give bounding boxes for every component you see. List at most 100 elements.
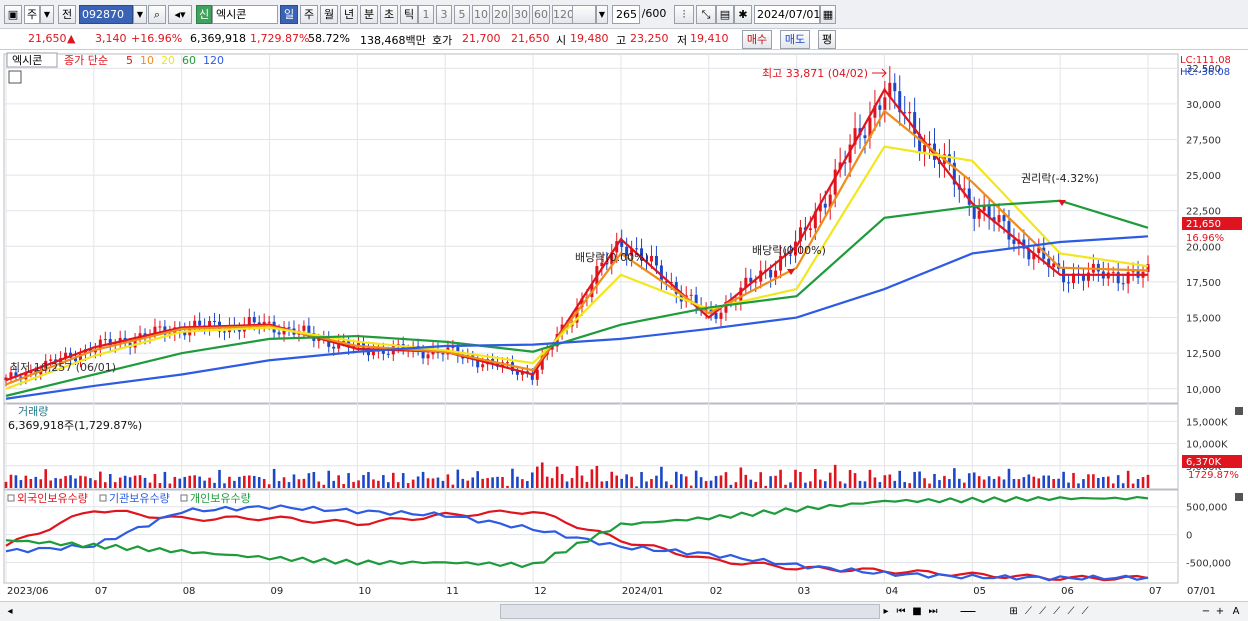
volume-bar bbox=[545, 476, 549, 488]
volume-bar bbox=[734, 482, 738, 488]
minute-button[interactable]: 120 bbox=[552, 5, 574, 24]
chart-area[interactable]: 32,500 30,000 27,500 25,000 22,500 20,000 17,5… bbox=[0, 51, 1248, 601]
type-select[interactable]: 주 bbox=[24, 5, 40, 24]
period-button[interactable]: 년 bbox=[340, 5, 358, 24]
stock-code-input[interactable]: 092870 bbox=[79, 5, 133, 24]
minute-custom-field[interactable] bbox=[572, 5, 596, 24]
price-tick-label: 27,500 bbox=[1186, 135, 1221, 146]
volume-bar bbox=[684, 476, 688, 488]
volume-bar bbox=[94, 480, 97, 488]
period-button[interactable]: 분 bbox=[360, 5, 378, 24]
zoom-in-icon[interactable]: + bbox=[1214, 604, 1226, 619]
volume-bar bbox=[615, 475, 619, 488]
period-button[interactable]: 초 bbox=[380, 5, 398, 24]
period-button[interactable]: 주 bbox=[300, 5, 318, 24]
stock-name-field[interactable]: 엑시콘 bbox=[212, 5, 278, 24]
eval-button[interactable]: 평 bbox=[818, 30, 836, 49]
volume-bar bbox=[799, 471, 802, 488]
volume-bar bbox=[401, 473, 405, 488]
table-toggle-icon[interactable] bbox=[8, 70, 22, 84]
volume-bar bbox=[168, 483, 172, 488]
date-input[interactable]: 2024/07/01 bbox=[754, 5, 820, 24]
horizontal-scrollbar[interactable]: ◂ ▸ ⏮ ■ ⏭ ⎯⎯⎯ ⊞ ⟋ ⟋ ⟋ ⟋ ⟋ − + A bbox=[0, 601, 1248, 621]
candle-body bbox=[863, 135, 867, 139]
count-input[interactable]: 265 bbox=[612, 5, 640, 24]
volume-bar bbox=[1002, 479, 1006, 488]
minute-button[interactable]: 20 bbox=[492, 5, 510, 24]
quote-bar: 21,650 ▲ 3,140 +16.96% 6,369,918 1,729.8… bbox=[0, 29, 1248, 50]
volume-bar bbox=[809, 481, 812, 488]
prev-button[interactable]: 전 bbox=[58, 5, 76, 24]
code-dropdown-icon[interactable]: ▼ bbox=[133, 5, 147, 24]
type-dropdown-icon[interactable]: ▼ bbox=[40, 5, 54, 24]
volume-value-label: 6,369,918주(1,729.87%) bbox=[8, 419, 142, 432]
candle-body bbox=[213, 320, 217, 322]
calendar-icon[interactable]: ▦ bbox=[820, 5, 836, 24]
period-button[interactable]: 틱 bbox=[400, 5, 418, 24]
candle-body bbox=[103, 339, 107, 341]
first-page-icon[interactable]: ⏮ bbox=[894, 604, 908, 619]
buy-button[interactable]: 매수 bbox=[742, 30, 772, 49]
minute-button[interactable]: 3 bbox=[436, 5, 452, 24]
stock-chart-svg[interactable]: 32,50030,00027,50025,00022,50020,00017,5… bbox=[0, 51, 1248, 601]
volume-bar bbox=[555, 466, 559, 488]
volume-bar bbox=[838, 481, 842, 488]
volume-bar bbox=[501, 477, 504, 488]
volume-bar bbox=[347, 473, 350, 488]
volume-bar bbox=[818, 479, 822, 488]
minute-button[interactable]: 5 bbox=[454, 5, 470, 24]
volume-bar bbox=[292, 474, 296, 488]
scroll-thumb[interactable] bbox=[500, 604, 880, 619]
zoom-slider[interactable]: ⎯⎯⎯ bbox=[948, 604, 988, 619]
auto-scale-icon[interactable]: A bbox=[1230, 604, 1242, 619]
volume-bar bbox=[506, 485, 509, 488]
volume-bar bbox=[1062, 471, 1065, 488]
minute-button[interactable]: 10 bbox=[472, 5, 490, 24]
zoom-out-icon[interactable]: − bbox=[1200, 604, 1212, 619]
holding-close-icon[interactable] bbox=[1235, 493, 1243, 501]
scroll-right-icon[interactable]: ▸ bbox=[880, 604, 892, 619]
sell-button[interactable]: 매도 bbox=[780, 30, 810, 49]
candle-body bbox=[977, 210, 981, 219]
date-tick-label: 2023/06 bbox=[7, 586, 49, 597]
minute-button[interactable]: 60 bbox=[532, 5, 550, 24]
volume-bar bbox=[660, 466, 663, 488]
ma-legend-item: 120 bbox=[203, 54, 224, 67]
window-menu-icon[interactable]: ▣ bbox=[4, 5, 22, 24]
volume-tick-label: 15,000K bbox=[1186, 417, 1228, 428]
volume-bar bbox=[372, 479, 375, 488]
volume-bar bbox=[620, 478, 623, 488]
candle-body bbox=[878, 105, 882, 110]
volume-bar bbox=[19, 480, 23, 488]
save-icon[interactable]: ▤ bbox=[716, 5, 734, 24]
volume-bar bbox=[317, 481, 321, 488]
volume-bar bbox=[997, 476, 1001, 488]
count-max-label: /600 bbox=[641, 7, 667, 20]
holding-legend-label: 기관보유수량 bbox=[109, 492, 170, 505]
minute-button[interactable]: 30 bbox=[512, 5, 530, 24]
draw-tools-icon[interactable]: ⤡ bbox=[696, 5, 716, 24]
last-page-icon[interactable]: ⏭ bbox=[926, 604, 940, 619]
candle-body bbox=[649, 255, 653, 262]
speaker-icon[interactable]: ◂▾ bbox=[168, 5, 192, 24]
minute-dropdown-icon[interactable]: ▼ bbox=[596, 5, 608, 24]
holding-axis: 500,000 0 -500,000 bbox=[1186, 503, 1231, 570]
minute-button[interactable]: 1 bbox=[418, 5, 434, 24]
volume-bar bbox=[148, 482, 152, 488]
volume-bar bbox=[34, 476, 38, 488]
candle-type-icon[interactable]: ⫶ bbox=[674, 5, 694, 24]
period-button[interactable]: 일 bbox=[280, 5, 298, 24]
gear-icon[interactable]: ✱ bbox=[734, 5, 752, 24]
search-icon[interactable]: ⌕ bbox=[148, 5, 166, 24]
dividend-annotation-2: 배당락(0.00%) bbox=[752, 244, 826, 257]
volume-close-icon[interactable] bbox=[1235, 407, 1243, 415]
volume-bar bbox=[868, 469, 872, 488]
scroll-left-icon[interactable]: ◂ bbox=[4, 604, 16, 619]
volume-bar bbox=[441, 480, 445, 488]
stop-icon[interactable]: ■ bbox=[910, 604, 924, 619]
draw-tools-icons[interactable]: ⊞ ⟋ ⟋ ⟋ ⟋ ⟋ bbox=[990, 604, 1110, 619]
current-price-tag-text: 21,650 bbox=[1186, 219, 1221, 230]
volume-bar bbox=[774, 475, 777, 488]
date-tick-label: 2024/01 bbox=[622, 586, 664, 597]
period-button[interactable]: 월 bbox=[320, 5, 338, 24]
